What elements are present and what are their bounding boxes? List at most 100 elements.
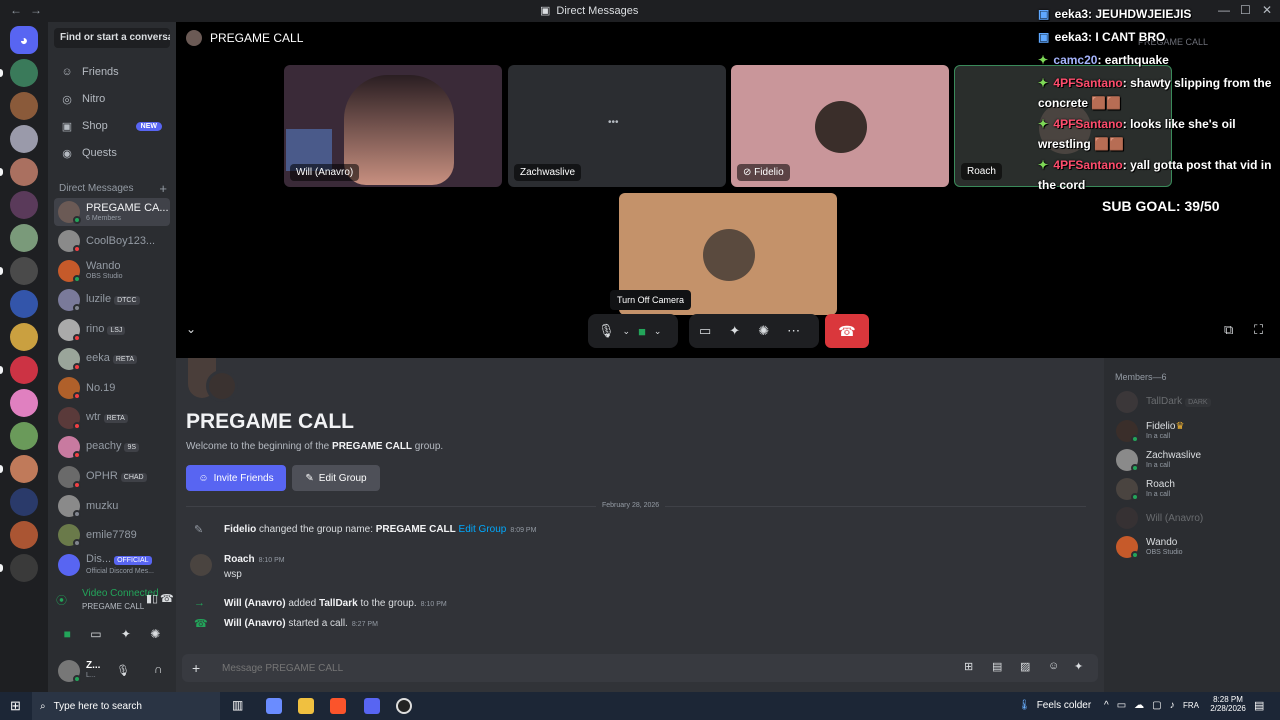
video-tile[interactable]: Will (Anavro): [284, 65, 502, 187]
voice-activity-icon[interactable]: ▮▯: [146, 592, 158, 605]
activities-icon[interactable]: ✦: [729, 323, 740, 339]
create-dm-icon[interactable]: +: [159, 181, 167, 196]
server-icon[interactable]: [10, 59, 38, 87]
member-item[interactable]: Fidelio♛ In a call: [1116, 418, 1266, 444]
member-item[interactable]: Will (Anavro): [1116, 505, 1266, 531]
taskbar-search[interactable]: ⌕ Type here to search: [32, 692, 220, 720]
member-item[interactable]: TallDark DARK: [1116, 389, 1266, 415]
mic-options-chevron-icon[interactable]: ⌄: [623, 326, 631, 337]
dm-item[interactable]: wtr RETA: [54, 404, 170, 432]
more-options-icon[interactable]: ⋯: [787, 323, 800, 339]
popout-icon[interactable]: ⧉: [1224, 322, 1233, 338]
server-icon[interactable]: [10, 125, 38, 153]
chat-message: Will (Anavro) added TallDark to the grou…: [224, 598, 447, 609]
video-tile[interactable]: ⊘ Fidelio: [731, 65, 949, 187]
message-author[interactable]: Fidelio: [224, 524, 256, 535]
server-icon[interactable]: [10, 389, 38, 417]
brave-browser-icon[interactable]: [330, 698, 346, 714]
server-icon[interactable]: [10, 290, 38, 318]
member-item[interactable]: Wando OBS Studio: [1116, 534, 1266, 560]
soundboard-icon[interactable]: ✺: [150, 627, 160, 641]
notifications-icon[interactable]: ▤: [1254, 699, 1264, 712]
dm-item[interactable]: luzile DTCC: [54, 286, 170, 314]
server-icon[interactable]: [10, 455, 38, 483]
server-icon[interactable]: [10, 257, 38, 285]
back-arrow-icon[interactable]: ←: [10, 3, 22, 17]
dm-item[interactable]: No.19: [54, 374, 170, 402]
avatar[interactable]: [58, 660, 81, 683]
gift-icon[interactable]: ⊞: [964, 660, 973, 673]
screen-share-icon[interactable]: ▭: [90, 627, 101, 641]
dm-item[interactable]: Dis... OFFICIAL Official Discord Mes...: [54, 551, 170, 579]
server-icon[interactable]: [10, 158, 38, 186]
forward-arrow-icon[interactable]: →: [30, 3, 42, 17]
discord-taskbar-icon[interactable]: [364, 698, 380, 714]
server-icon[interactable]: [10, 521, 38, 549]
unread-pip: [0, 564, 3, 572]
server-icon[interactable]: [10, 191, 38, 219]
discord-home-icon[interactable]: ◕: [10, 26, 38, 54]
screen-share-icon[interactable]: ▭: [699, 323, 711, 339]
edit-group-button[interactable]: ✎ Edit Group: [292, 465, 380, 491]
message-author[interactable]: Will (Anavro): [224, 618, 286, 629]
sidebar-item-nitro[interactable]: ◎ Nitro: [54, 88, 170, 110]
server-icon[interactable]: [10, 554, 38, 582]
avatar[interactable]: [190, 554, 212, 576]
server-icon[interactable]: [10, 356, 38, 384]
dm-item[interactable]: emile7789: [54, 521, 170, 549]
weather-widget[interactable]: 🌡 Feels colder: [1018, 700, 1091, 711]
video-tile[interactable]: ••• Zachwaslive: [508, 65, 726, 187]
task-view-icon[interactable]: ▥: [232, 698, 243, 712]
message-author[interactable]: Roach: [224, 554, 255, 565]
collapse-chevron-icon[interactable]: ⌄: [186, 322, 196, 336]
sidebar-item-shop[interactable]: ▣ Shop NEW: [54, 115, 170, 137]
dm-item[interactable]: PREGAME CA... 6 Members: [54, 198, 170, 226]
copilot-icon[interactable]: [266, 698, 282, 714]
soundboard-icon[interactable]: ✺: [758, 323, 769, 339]
server-icon[interactable]: [10, 92, 38, 120]
dm-item[interactable]: muzku: [54, 492, 170, 520]
clock[interactable]: 8:28 PM 2/28/2026: [1210, 695, 1246, 713]
invite-friends-button[interactable]: ☺ Invite Friends: [186, 465, 286, 491]
server-icon[interactable]: [10, 323, 38, 351]
camera-icon[interactable]: ■: [64, 627, 71, 641]
sidebar-item-quests[interactable]: ◉ Quests: [54, 142, 170, 164]
end-call-button[interactable]: ☎: [825, 314, 869, 348]
camera-toggle-icon[interactable]: ■: [638, 324, 646, 339]
microphone-icon[interactable]: 🎙: [116, 664, 130, 677]
windows-start-icon[interactable]: ⊞: [10, 698, 21, 714]
microphone-icon[interactable]: 🎙: [598, 323, 615, 339]
activity-icon[interactable]: ✦: [121, 627, 131, 641]
message-author[interactable]: Will (Anavro): [224, 598, 286, 609]
dm-item[interactable]: CoolBoy123...: [54, 227, 170, 255]
voice-channel[interactable]: PREGAME CALL: [82, 602, 144, 611]
username[interactable]: Z...: [86, 660, 100, 671]
edit-group-link[interactable]: Edit Group: [456, 524, 507, 535]
dm-item[interactable]: rino LSJ: [54, 316, 170, 344]
obs-studio-icon[interactable]: [396, 698, 412, 714]
add-attachment-icon[interactable]: +: [192, 660, 200, 676]
camera-options-chevron-icon[interactable]: ⌄: [654, 326, 662, 337]
find-conversation-button[interactable]: Find or start a conversation: [54, 28, 170, 48]
server-icon[interactable]: [10, 488, 38, 516]
dm-item[interactable]: OPHR CHAD: [54, 463, 170, 491]
fullscreen-icon[interactable]: ⛶: [1254, 322, 1263, 338]
server-icon[interactable]: [10, 224, 38, 252]
sticker-icon[interactable]: ▨: [1020, 660, 1030, 673]
headphones-icon[interactable]: ∩: [154, 662, 163, 676]
disconnect-icon[interactable]: ☎: [160, 592, 174, 605]
member-item[interactable]: Zachwaslive In a call: [1116, 447, 1266, 473]
gif-icon[interactable]: ▤: [992, 660, 1002, 673]
file-explorer-icon[interactable]: [298, 698, 314, 714]
language-indicator[interactable]: FRA: [1183, 701, 1199, 710]
dm-item[interactable]: peachy 9S: [54, 433, 170, 461]
member-item[interactable]: Roach In a call: [1116, 476, 1266, 502]
apps-icon[interactable]: ✦: [1074, 660, 1083, 673]
dm-item[interactable]: Wando OBS Studio: [54, 257, 170, 285]
system-tray-icons[interactable]: ^▭☁▢♪: [1104, 700, 1183, 711]
emoji-icon[interactable]: ☺: [1048, 660, 1059, 672]
sidebar-item-friends[interactable]: ☺ Friends: [54, 61, 170, 83]
dm-item[interactable]: eeka RETA: [54, 345, 170, 373]
message-input[interactable]: [222, 660, 922, 676]
server-icon[interactable]: [10, 422, 38, 450]
